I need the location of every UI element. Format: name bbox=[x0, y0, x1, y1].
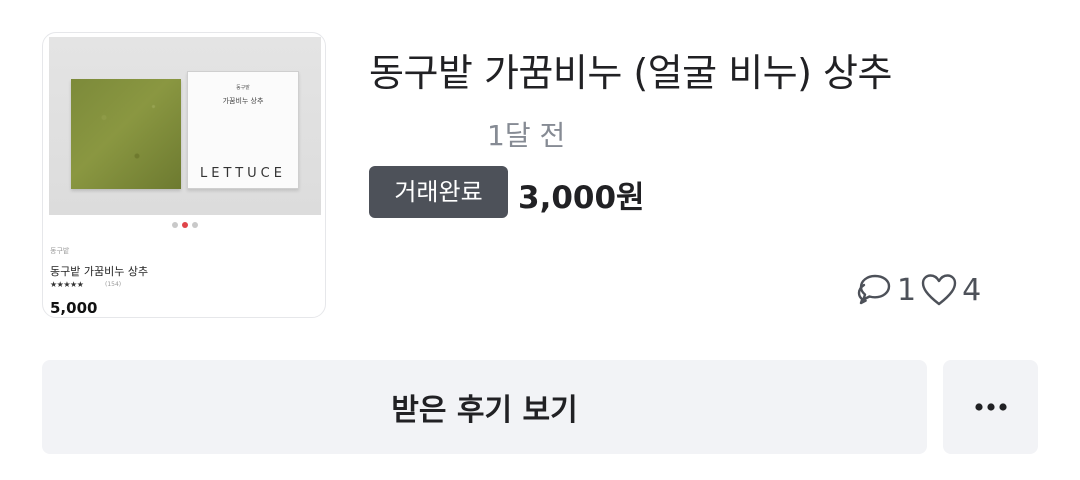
thumbnail-brand: 동구밭 bbox=[50, 247, 70, 255]
listing-stats: 1 4 bbox=[855, 270, 985, 310]
carousel-dot bbox=[172, 222, 178, 228]
view-received-reviews-button[interactable]: 받은 후기 보기 bbox=[42, 360, 927, 454]
more-horizontal-icon bbox=[974, 403, 1007, 411]
likes-count: 4 bbox=[962, 272, 982, 308]
thumbnail-product-title: 동구밭 가꿈비누 상추 bbox=[50, 265, 149, 278]
listing-time-ago: 1달 전 bbox=[487, 119, 566, 152]
box-product-text: 가꿈비누 상추 bbox=[222, 97, 264, 105]
chat-bubbles-icon bbox=[857, 274, 891, 305]
soap-box-image: 동구밭 가꿈비누 상추 LETTUCE bbox=[187, 71, 299, 189]
carousel-dot-active bbox=[182, 222, 188, 228]
box-lettuce-text: LETTUCE bbox=[200, 166, 286, 181]
thumbnail-review-count: (154) bbox=[105, 281, 122, 288]
soap-bar-image bbox=[71, 79, 181, 189]
more-options-button[interactable] bbox=[943, 360, 1038, 454]
box-brand-text: 동구밭 bbox=[236, 85, 250, 91]
carousel-dots bbox=[43, 222, 325, 228]
listing-title[interactable]: 동구밭 가꿈비누 (얼굴 비누) 상추 bbox=[369, 42, 892, 97]
listing-price: 3,000원 bbox=[518, 180, 645, 216]
product-thumbnail[interactable]: 동구밭 가꿈비누 상추 LETTUCE 동구밭 동구밭 가꿈비누 상추 ★★★★… bbox=[42, 32, 326, 318]
thumbnail-price: 5,000 bbox=[50, 299, 98, 317]
thumbnail-star-rating: ★★★★★ bbox=[50, 280, 84, 289]
product-photo: 동구밭 가꿈비누 상추 LETTUCE bbox=[49, 37, 321, 215]
carousel-dot bbox=[192, 222, 198, 228]
heart-icon bbox=[921, 274, 957, 306]
status-badge: 거래완료 bbox=[369, 166, 508, 218]
comments-count: 1 bbox=[897, 272, 917, 308]
listing-card[interactable]: 동구밭 가꿈비누 상추 LETTUCE 동구밭 동구밭 가꿈비누 상추 ★★★★… bbox=[0, 0, 1080, 340]
